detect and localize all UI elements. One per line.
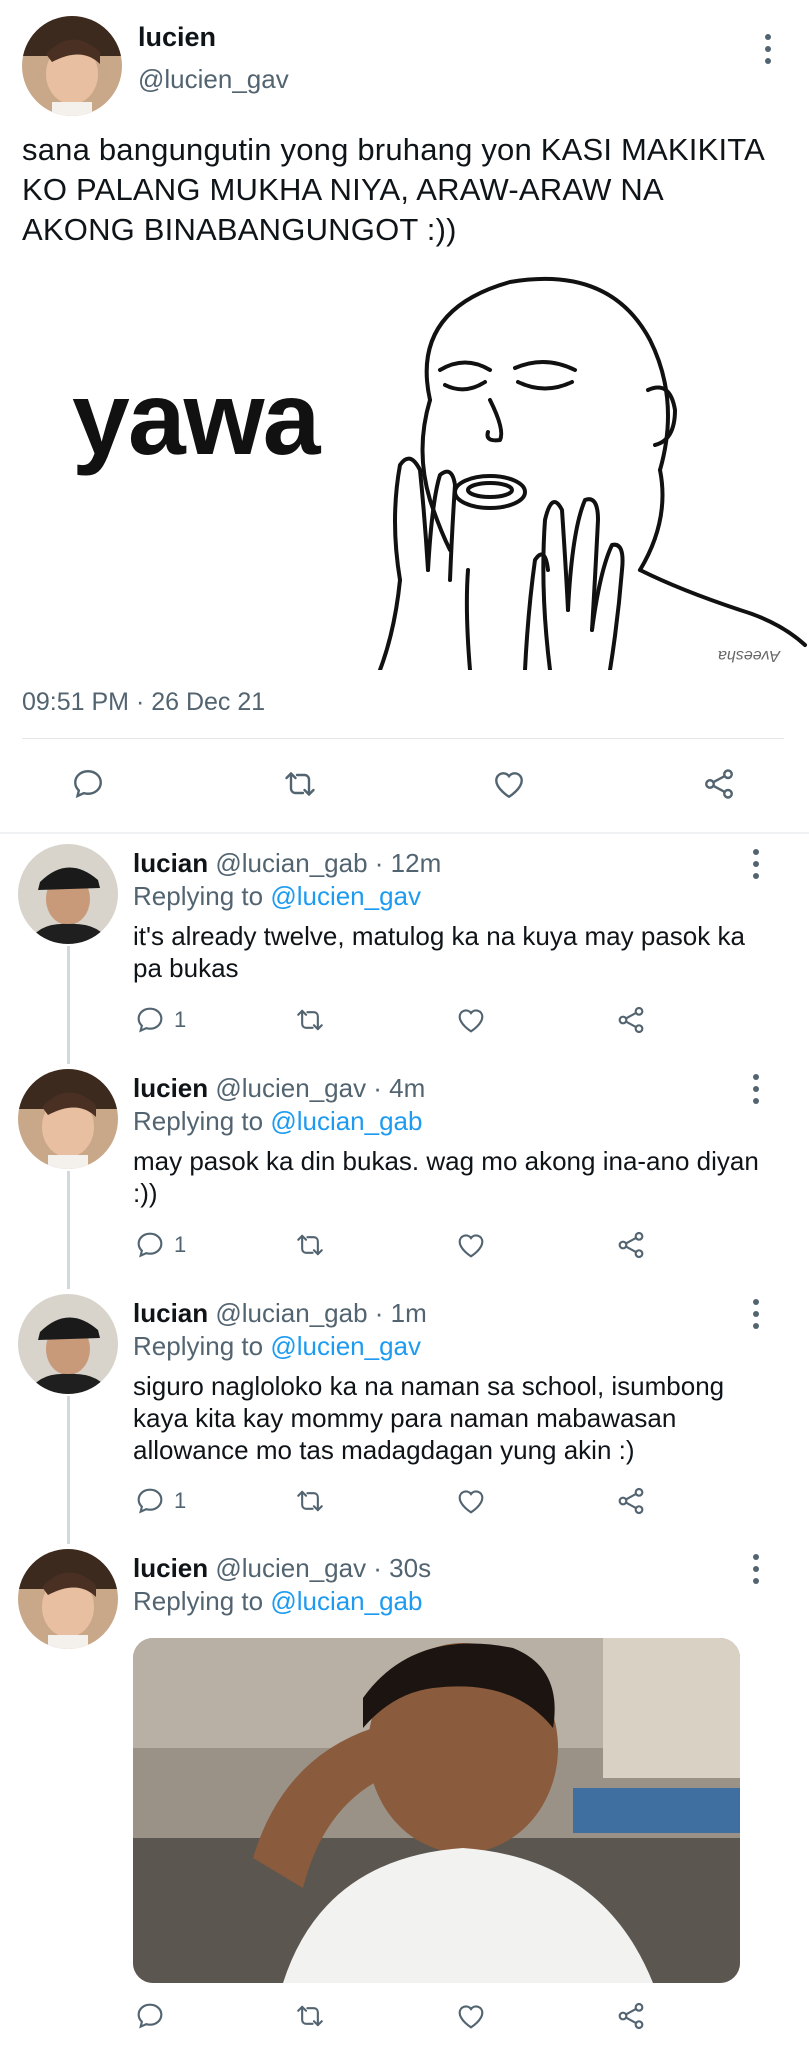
author-name[interactable]: lucian (133, 848, 208, 878)
thread-line (67, 1396, 70, 1544)
avatar[interactable] (18, 1549, 118, 1649)
more-options-icon[interactable] (751, 1554, 761, 1584)
like-icon (458, 2005, 484, 2029)
divider (22, 738, 784, 739)
share-button[interactable] (700, 766, 738, 802)
share-icon (705, 769, 733, 799)
more-options-icon[interactable] (751, 1074, 761, 1104)
like-icon (458, 1009, 484, 1033)
like-button[interactable] (454, 1485, 488, 1517)
share-button[interactable] (614, 2000, 648, 2032)
tweet-text: sana bangungutin yong bruhang yon KASI M… (22, 132, 764, 247)
replying-to: Replying to @lucian_gab (133, 1586, 422, 1617)
reply-text: may pasok ka din bukas. wag mo akong ina… (133, 1146, 759, 1208)
section-divider (0, 832, 809, 834)
author-handle[interactable]: @lucian_gab · 12m (215, 848, 441, 878)
reply-button[interactable] (134, 2000, 166, 2032)
mention-link[interactable]: @lucien_gav (270, 881, 421, 911)
author-name[interactable]: lucian (133, 1298, 208, 1328)
reply-icon (74, 770, 102, 799)
attached-photo[interactable] (133, 1638, 740, 1983)
reply-count: 1 (174, 1488, 187, 1513)
reply-button[interactable]: 1 (134, 1485, 186, 1517)
share-icon (618, 1487, 644, 1515)
reply-count: 1 (174, 1007, 187, 1032)
reply-header: lucien @lucien_gav · 4m (133, 1073, 425, 1104)
author-handle[interactable]: @lucien_gav · 30s (215, 1553, 431, 1583)
retweet-icon (285, 772, 315, 796)
more-options-icon[interactable] (763, 34, 773, 64)
author-name[interactable]: lucien (133, 1553, 208, 1583)
retweet-button[interactable] (293, 2000, 327, 2032)
reply-icon (137, 1488, 163, 1514)
like-icon (458, 1234, 484, 1258)
avatar[interactable] (18, 1294, 118, 1394)
author-handle[interactable]: @lucian_gab · 1m (215, 1298, 426, 1328)
thread-line (67, 946, 70, 1064)
mention-link[interactable]: @lucien_gav (270, 1331, 421, 1361)
replying-to: Replying to @lucien_gav (133, 1331, 421, 1362)
avatar[interactable] (18, 1069, 118, 1169)
reply-text: siguro nagloloko ka na naman sa school, … (133, 1371, 725, 1465)
reply-count: 1 (174, 1232, 187, 1257)
replying-label: Replying to (133, 1106, 271, 1136)
share-button[interactable] (614, 1004, 648, 1036)
meme-image[interactable]: yawa Aveesha (60, 270, 807, 670)
meme-watermark: Aveesha (718, 647, 780, 664)
retweet-button[interactable] (293, 1004, 327, 1036)
retweet-button[interactable] (293, 1485, 327, 1517)
like-button[interactable] (490, 766, 528, 802)
share-icon (618, 1006, 644, 1034)
avatar[interactable] (18, 844, 118, 944)
share-icon (618, 1231, 644, 1259)
retweet-icon (297, 1009, 323, 1031)
reply-icon (137, 1232, 163, 1258)
replying-label: Replying to (133, 1331, 271, 1361)
author-handle[interactable]: @lucien_gav · 4m (215, 1073, 425, 1103)
like-button[interactable] (454, 1229, 488, 1261)
reply-button[interactable]: 1 (134, 1229, 186, 1261)
avatar[interactable] (22, 16, 122, 116)
reply-header: lucien @lucien_gav · 30s (133, 1553, 431, 1584)
like-button[interactable] (454, 1004, 488, 1036)
meme-face-illustration (378, 276, 807, 670)
replying-label: Replying to (133, 1586, 271, 1616)
retweet-icon (297, 2005, 323, 2027)
replying-to: Replying to @lucian_gab (133, 1106, 422, 1137)
author-name[interactable]: lucien (133, 1073, 208, 1103)
retweet-button[interactable] (280, 766, 320, 802)
mention-link[interactable]: @lucian_gab (270, 1106, 422, 1136)
reply-icon (137, 1007, 163, 1033)
retweet-icon (297, 1234, 323, 1256)
retweet-icon (297, 1490, 323, 1512)
share-button[interactable] (614, 1485, 648, 1517)
replying-label: Replying to (133, 881, 271, 911)
reply-icon (137, 2003, 163, 2029)
more-options-icon[interactable] (751, 849, 761, 879)
reply-text: it's already twelve, matulog ka na kuya … (133, 921, 745, 983)
more-options-icon[interactable] (751, 1299, 761, 1329)
share-icon (618, 2002, 644, 2030)
tweet-timestamp[interactable]: 09:51 PM · 26 Dec 21 (22, 688, 265, 717)
reply-header: lucian @lucian_gab · 1m (133, 1298, 427, 1329)
reply-button[interactable]: 1 (134, 1004, 186, 1036)
meme-caption: yawa (72, 361, 320, 477)
thread-line (67, 1171, 70, 1289)
author-name[interactable]: lucien (138, 22, 216, 53)
like-button[interactable] (454, 2000, 488, 2032)
share-button[interactable] (614, 1229, 648, 1261)
mention-link[interactable]: @lucian_gab (270, 1586, 422, 1616)
like-icon (495, 772, 523, 799)
retweet-button[interactable] (293, 1229, 327, 1261)
reply-header: lucian @lucian_gab · 12m (133, 848, 441, 879)
like-icon (458, 1490, 484, 1514)
author-handle[interactable]: @lucien_gav (138, 64, 289, 95)
reply-button[interactable] (70, 766, 106, 802)
replying-to: Replying to @lucien_gav (133, 881, 421, 912)
